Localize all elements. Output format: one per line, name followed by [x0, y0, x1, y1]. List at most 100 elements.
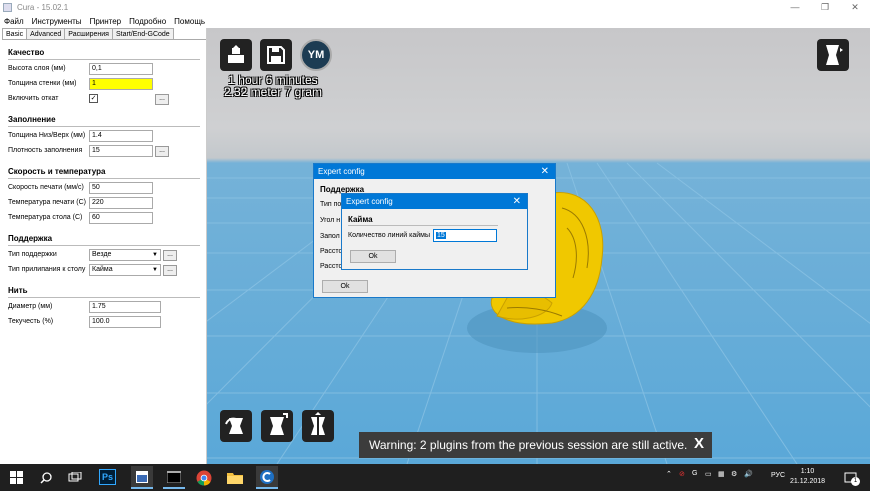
- tab-start-end-gcode[interactable]: Start/End-GCode: [111, 28, 174, 39]
- rotate-button[interactable]: [220, 410, 252, 442]
- close-button[interactable]: ✕: [840, 0, 870, 14]
- brim-ok-button[interactable]: Ok: [350, 250, 396, 263]
- scale-button[interactable]: [261, 410, 293, 442]
- minimize-button[interactable]: —: [780, 0, 810, 14]
- diameter-label: Диаметр (мм): [8, 303, 53, 310]
- adhesion-select[interactable]: Кайма ▼: [89, 264, 161, 276]
- print-temp-input[interactable]: 220: [89, 197, 153, 209]
- tray-google-icon[interactable]: G: [692, 470, 697, 477]
- brim-lines-input[interactable]: 15: [433, 229, 497, 242]
- retraction-checkbox[interactable]: ✓: [89, 94, 98, 103]
- save-gcode-button[interactable]: [260, 39, 292, 71]
- clock-date: 21.12.2018: [790, 478, 826, 485]
- bed-temp-label: Температура стола (С): [8, 214, 83, 221]
- support-field-label: Угол н: [320, 217, 341, 224]
- tab-plugins[interactable]: Расширения: [64, 28, 113, 39]
- mirror-button[interactable]: [302, 410, 334, 442]
- mirror-icon: [311, 412, 325, 438]
- menu-file[interactable]: Файл: [0, 17, 28, 26]
- chrome-icon[interactable]: [194, 468, 214, 487]
- section-support: Поддержка: [8, 234, 53, 243]
- cura-app-icon: [3, 2, 12, 12]
- layer-height-input[interactable]: 0,1: [89, 63, 153, 75]
- retraction-label: Включить откат: [8, 95, 59, 102]
- view-mode-button[interactable]: [817, 39, 849, 71]
- tab-advanced[interactable]: Advanced: [26, 28, 66, 39]
- tray-network-icon[interactable]: ▦: [718, 470, 725, 478]
- bottom-top-label: Толщина Низ/Верх (мм): [8, 132, 86, 139]
- menu-bar: Файл Инструменты Принтер Подробно Помощь: [0, 14, 870, 28]
- layer-height-label: Высота слоя (мм): [8, 65, 66, 72]
- bed-temp-input[interactable]: 60: [89, 212, 153, 224]
- view-mode-icon: [826, 45, 843, 65]
- section-quality: Качество: [8, 48, 45, 57]
- support-type-more-button[interactable]: ...: [163, 250, 177, 261]
- expert-ok-button[interactable]: Ok: [322, 280, 368, 293]
- tray-volume-icon[interactable]: 🔊: [744, 470, 753, 478]
- photoshop-icon[interactable]: Ps: [99, 469, 116, 485]
- menu-help[interactable]: Помощь: [170, 17, 209, 26]
- wall-thickness-label: Толщина стенки (мм): [8, 80, 77, 87]
- warning-close-button[interactable]: X: [694, 435, 704, 452]
- app-window-icon[interactable]: [131, 466, 153, 489]
- menu-printer[interactable]: Принтер: [86, 17, 126, 26]
- save-disk-icon: [267, 46, 285, 64]
- brim-config-title: Expert config: [346, 197, 393, 206]
- menu-expert[interactable]: Подробно: [125, 17, 170, 26]
- diameter-input[interactable]: 1.75: [89, 301, 161, 313]
- layer-height-row: Высота слоя (мм) 0,1: [0, 62, 206, 77]
- task-view-icon[interactable]: [65, 468, 85, 487]
- windows-taskbar: Ps ⌃ ⊘ G ▭ ▦ ⚙ 🔊 РУС 1:10 21.12.2018 1: [0, 464, 870, 491]
- support-type-value: Везде: [92, 251, 112, 258]
- retraction-row: Включить откат ✓ ...: [0, 92, 206, 107]
- tray-steam-icon[interactable]: ⚙: [731, 470, 737, 478]
- close-icon[interactable]: ✕: [541, 164, 549, 179]
- yandex-upload-button[interactable]: YM: [300, 39, 332, 71]
- adhesion-more-button[interactable]: ...: [163, 265, 177, 276]
- menu-tools[interactable]: Инструменты: [28, 17, 86, 26]
- divider: [8, 245, 200, 246]
- close-icon[interactable]: ✕: [513, 194, 521, 209]
- bottom-top-input[interactable]: 1.4: [89, 130, 153, 142]
- load-model-button[interactable]: [220, 39, 252, 71]
- print-speed-input[interactable]: 50: [89, 182, 153, 194]
- restore-button[interactable]: ❐: [810, 0, 840, 14]
- brim-lines-label: Количество линий каймы: [348, 232, 431, 239]
- expert-config-title: Expert config: [318, 167, 365, 176]
- notification-count: 1: [851, 477, 860, 486]
- cura-taskbar-icon[interactable]: [256, 466, 278, 489]
- settings-panel: Basic Advanced Расширения Start/End-GCod…: [0, 28, 207, 464]
- support-field-label: Тип по: [320, 201, 342, 208]
- search-icon[interactable]: [36, 468, 56, 487]
- file-explorer-icon[interactable]: [225, 468, 245, 487]
- support-field-label: Рассто: [320, 248, 343, 255]
- support-type-select[interactable]: Везде ▼: [89, 249, 161, 261]
- windows-start-icon[interactable]: [6, 468, 26, 487]
- tray-block-icon[interactable]: ⊘: [679, 470, 685, 478]
- chevron-down-icon: ▼: [152, 252, 158, 258]
- adhesion-row: Тип прилипания к столу Кайма ▼ ...: [0, 263, 206, 278]
- window-titlebar: Cura - 15.02.1 — ❐ ✕: [0, 0, 870, 14]
- terminal-icon[interactable]: [163, 466, 185, 489]
- flow-row: Текучесть (%) 100.0: [0, 315, 206, 330]
- fill-density-input[interactable]: 15: [89, 145, 153, 157]
- language-indicator[interactable]: РУС: [771, 472, 785, 479]
- taskbar-clock[interactable]: 1:10 21.12.2018: [790, 467, 825, 487]
- retraction-more-button[interactable]: ...: [155, 94, 169, 105]
- divider: [8, 126, 200, 127]
- brim-config-titlebar: Expert config ✕: [342, 194, 527, 209]
- clock-time: 1:10: [800, 468, 815, 475]
- section-filament: Нить: [8, 286, 28, 295]
- tray-storage-icon[interactable]: ▭: [705, 470, 712, 478]
- fill-density-more-button[interactable]: ...: [155, 146, 169, 157]
- tab-basic[interactable]: Basic: [2, 28, 28, 39]
- fill-density-label: Плотность заполнения: [8, 147, 83, 154]
- support-field-label: Запол: [320, 233, 340, 240]
- notifications-icon[interactable]: 1: [841, 468, 861, 487]
- load-model-icon: [228, 45, 244, 63]
- tray-chevron-icon[interactable]: ⌃: [666, 470, 672, 478]
- flow-input[interactable]: 100.0: [89, 316, 161, 328]
- wall-thickness-input[interactable]: 1: [89, 78, 153, 90]
- adhesion-value: Кайма: [92, 266, 113, 273]
- fill-density-row: Плотность заполнения 15 ...: [0, 144, 206, 159]
